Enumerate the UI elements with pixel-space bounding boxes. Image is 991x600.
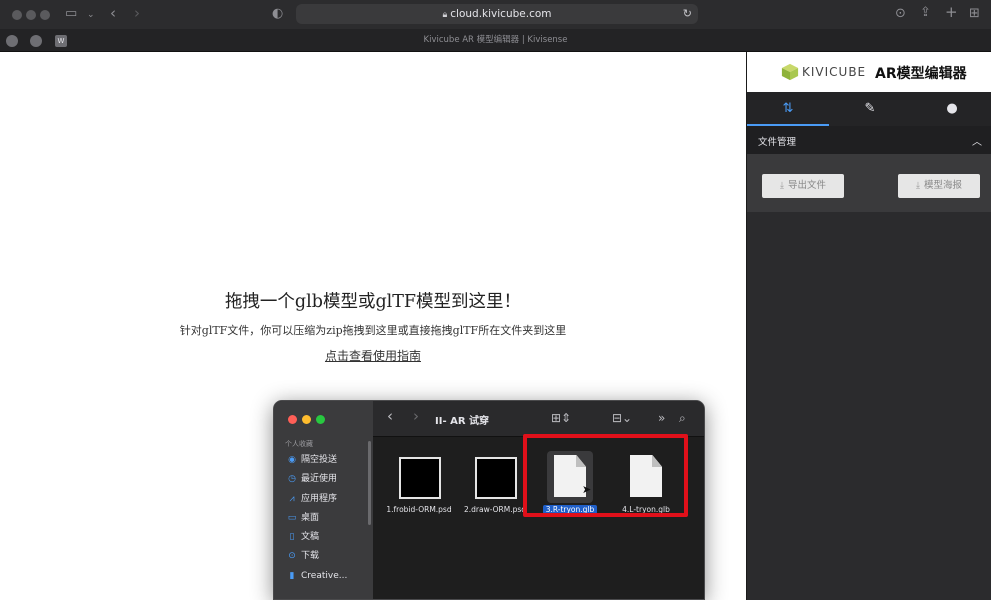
sidebar-item-documents[interactable]: ▯ 文稿: [286, 529, 370, 545]
sidebar-item-label: 最近使用: [301, 474, 338, 484]
panel-title: AR模型编辑器: [875, 66, 967, 82]
guide-link[interactable]: 点击查看使用指南: [325, 349, 421, 363]
finder-close-button[interactable]: [288, 415, 297, 424]
export-file-button[interactable]: ⤓ 导出文件: [762, 174, 844, 198]
red-annotation-box: [523, 434, 688, 517]
reload-icon[interactable]: ↻: [683, 7, 692, 20]
drop-title: 拖拽一个glb模型或glTF模型到这里！: [224, 292, 522, 312]
download-icon: ⤓: [916, 181, 920, 191]
palette-icon: ●: [946, 101, 958, 116]
chevron-down-icon[interactable]: ⌄: [87, 8, 95, 22]
model-poster-button[interactable]: ⤓ 模型海报: [898, 174, 980, 198]
drop-subtitle: 针对glTF文件，你可以压缩为zip拖拽到这里或直接拖拽glTF所在文件夹到这里: [179, 324, 567, 337]
pencil-icon: ✎: [864, 101, 876, 116]
forward-icon[interactable]: ›: [134, 6, 140, 21]
sidebar-item-label: 隔空投送: [301, 455, 338, 465]
desktop-icon: ▭: [287, 513, 297, 523]
window-minimize-button[interactable]: [26, 10, 36, 20]
window-close-button[interactable]: [12, 10, 22, 20]
tab-style[interactable]: ●: [911, 92, 991, 126]
file-item-1[interactable]: 1.frobid-ORM.psd: [381, 447, 457, 514]
share-icon[interactable]: ⇪: [920, 6, 931, 20]
view-grid-icon[interactable]: ⊞⇕: [551, 411, 571, 425]
section-title: 文件管理: [758, 137, 797, 148]
clock-icon: ◷: [288, 474, 296, 484]
sort-arrows-icon: ⇅: [782, 101, 794, 116]
shield-icon[interactable]: ◐: [272, 7, 283, 21]
lock-icon: 🔒︎: [442, 10, 448, 20]
finder-back-icon[interactable]: ‹: [387, 409, 393, 424]
file-name: 1.frobid-ORM.psd: [386, 505, 452, 514]
new-tab-icon[interactable]: +: [945, 5, 958, 20]
sidebar-item-label: 下载: [301, 551, 320, 561]
document-icon: ▯: [289, 532, 295, 542]
finder-toolbar: ‹ › II- AR 试穿 ⊞⇕ ⊟⌄ » ⌕: [373, 401, 704, 437]
sidebar-header: 个人收藏: [285, 440, 313, 448]
applications-icon: ⩘: [289, 494, 295, 504]
download-icon[interactable]: ⊙: [895, 7, 906, 21]
tab-edit[interactable]: ✎: [829, 92, 911, 126]
sidebar-item-downloads[interactable]: ⊙ 下载: [286, 548, 370, 564]
file-management-body: ⤓ 导出文件 ⤓ 模型海报: [747, 154, 991, 212]
file-management-header[interactable]: 文件管理 ︿: [747, 126, 991, 154]
window-zoom-button[interactable]: [40, 10, 50, 20]
sidebar-item-airdrop[interactable]: ◉ 隔空投送: [286, 452, 370, 468]
sidebar-item-applications[interactable]: ⩘ 应用程序: [286, 491, 370, 507]
kivicube-logo-icon: [781, 63, 799, 81]
browser-toolbar: ▭ ⌄ ‹ › ◐ 🔒︎ cloud.kivicube.com ↻ ⊙ ⇪ + ⊞: [0, 0, 991, 29]
sidebar-item-label: 文稿: [301, 532, 320, 542]
folder-icon: ▮: [289, 571, 295, 581]
button-label: 模型海报: [923, 180, 962, 191]
chevron-up-icon[interactable]: ︿: [972, 133, 982, 148]
finder-forward-icon[interactable]: ›: [413, 409, 419, 424]
tab-bar: W Kivicube AR 模型编辑器 | Kivisense: [0, 29, 991, 52]
sidebar-item-label: 桌面: [301, 513, 320, 523]
download-icon: ⊙: [288, 551, 296, 561]
group-by-icon[interactable]: ⊟⌄: [612, 411, 632, 425]
psd-thumbnail: [399, 457, 441, 499]
sidebar-toggle-icon[interactable]: ▭: [65, 7, 77, 21]
airdrop-icon: ◉: [288, 455, 296, 465]
file-item-2[interactable]: 2.draw-ORM.psd: [457, 447, 533, 514]
back-icon[interactable]: ‹: [110, 6, 116, 21]
sidebar-scrollbar[interactable]: [368, 441, 371, 525]
sidebar-item-label: Creative...: [301, 571, 348, 581]
psd-thumbnail: [475, 457, 517, 499]
sidebar-item-label: 应用程序: [301, 494, 338, 504]
panel-header: KIVICUBE AR模型编辑器: [747, 52, 991, 92]
finder-zoom-button[interactable]: [316, 415, 325, 424]
finder-minimize-button[interactable]: [302, 415, 311, 424]
panel-tabs: ⇅ ✎ ●: [747, 92, 991, 126]
tab-overview-icon[interactable]: ⊞: [969, 7, 980, 21]
more-icon[interactable]: »: [658, 411, 665, 425]
sidebar-item-creative[interactable]: ▮ Creative...: [286, 568, 370, 584]
logo-text: KIVICUBE: [802, 65, 867, 79]
finder-sidebar: 个人收藏 ◉ 隔空投送 ◷ 最近使用 ⩘ 应用程序 ▭ 桌面 ▯ 文稿 ⊙ 下载 ▮ Crea…: [274, 401, 373, 599]
button-label: 导出文件: [787, 180, 826, 191]
sidebar-item-desktop[interactable]: ▭ 桌面: [286, 510, 370, 526]
download-icon: ⤓: [780, 181, 784, 191]
active-tab-title[interactable]: Kivicube AR 模型编辑器 | Kivisense: [0, 29, 991, 52]
tab-file-transfer[interactable]: ⇅: [747, 92, 829, 126]
sidebar-item-recents[interactable]: ◷ 最近使用: [286, 471, 370, 487]
finder-title: II- AR 试穿: [435, 416, 489, 427]
editor-panel: KIVICUBE AR模型编辑器 ⇅ ✎ ● 文件管理 ︿ ⤓ 导出文件 ⤓ 模型海…: [746, 52, 991, 600]
address-bar[interactable]: 🔒︎ cloud.kivicube.com ↻: [296, 4, 698, 24]
search-icon[interactable]: ⌕: [679, 411, 686, 425]
url-text: cloud.kivicube.com: [450, 8, 552, 20]
